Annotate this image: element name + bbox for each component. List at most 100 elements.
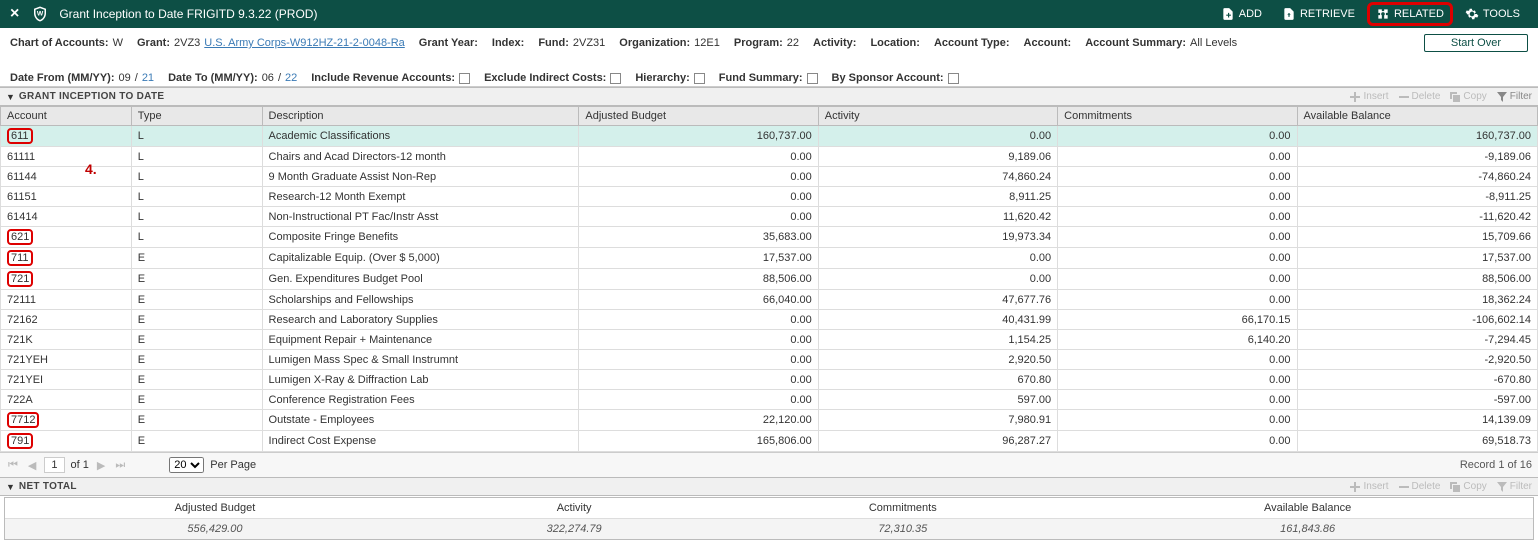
account-label: Account:	[1024, 37, 1072, 49]
add-button[interactable]: ADD	[1213, 4, 1270, 24]
cell-commit: 0.00	[1058, 207, 1297, 227]
grant-link[interactable]: U.S. Army Corps-W912HZ-21-2-0048-Ra	[204, 37, 405, 49]
delete-button[interactable]: Delete	[1399, 481, 1441, 492]
table-row[interactable]: 721YEIELumigen X-Ray & Diffraction Lab0.…	[1, 370, 1538, 390]
grant-label: Grant:	[137, 37, 170, 49]
table-row[interactable]: 611LAcademic Classifications160,737.000.…	[1, 126, 1538, 147]
table-row[interactable]: 61111LChairs and Acad Directors-12 month…	[1, 147, 1538, 167]
fund-summary-label: Fund Summary:	[719, 72, 803, 84]
cell-budget: 0.00	[579, 187, 818, 207]
related-icon	[1376, 7, 1390, 21]
cell-account[interactable]: 61111	[1, 147, 132, 167]
cell-account[interactable]: 721YEH	[1, 350, 132, 370]
by-sponsor-checkbox[interactable]	[948, 73, 959, 84]
cell-desc: Research and Laboratory Supplies	[262, 310, 579, 330]
include-rev-label: Include Revenue Accounts:	[311, 72, 455, 84]
table-row[interactable]: 61151LResearch-12 Month Exempt0.008,911.…	[1, 187, 1538, 207]
totals-balance-label: Available Balance	[1082, 498, 1533, 519]
first-page-icon[interactable]: ⏮	[6, 459, 20, 472]
cell-commit: 0.00	[1058, 269, 1297, 290]
table-row[interactable]: 791EIndirect Cost Expense165,806.0096,28…	[1, 431, 1538, 452]
cell-desc: Gen. Expenditures Budget Pool	[262, 269, 579, 290]
index-label: Index:	[492, 37, 524, 49]
table-row[interactable]: 621LComposite Fringe Benefits35,683.0019…	[1, 227, 1538, 248]
cell-account[interactable]: 711	[1, 248, 132, 269]
cell-commit: 0.00	[1058, 350, 1297, 370]
table-row[interactable]: 72111EScholarships and Fellowships66,040…	[1, 290, 1538, 310]
insert-button[interactable]: Insert	[1350, 481, 1388, 492]
cell-account[interactable]: 721K	[1, 330, 132, 350]
cell-account[interactable]: 72162	[1, 310, 132, 330]
account-summary-val: All Levels	[1190, 37, 1237, 49]
col-budget[interactable]: Adjusted Budget	[579, 107, 818, 126]
cell-account[interactable]: 72111	[1, 290, 132, 310]
per-page-select[interactable]: 20	[169, 457, 204, 473]
totals-commit-val: 72,310.35	[723, 519, 1082, 540]
hierarchy-checkbox[interactable]	[694, 73, 705, 84]
cell-account[interactable]: 61151	[1, 187, 132, 207]
cell-type: L	[131, 147, 262, 167]
caret-down-icon[interactable]: ▼	[6, 482, 15, 492]
cell-desc: Lumigen Mass Spec & Small Instrumnt	[262, 350, 579, 370]
related-button[interactable]: RELATED	[1367, 2, 1453, 26]
cell-desc: Equipment Repair + Maintenance	[262, 330, 579, 350]
cell-account[interactable]: 722A	[1, 390, 132, 410]
last-page-icon[interactable]: ⏭	[113, 459, 127, 472]
table-row[interactable]: 721EGen. Expenditures Budget Pool88,506.…	[1, 269, 1538, 290]
retrieve-button[interactable]: RETRIEVE	[1274, 4, 1363, 24]
data-grid: Account Type Description Adjusted Budget…	[0, 106, 1538, 452]
table-row[interactable]: 72162EResearch and Laboratory Supplies0.…	[1, 310, 1538, 330]
cell-desc: Composite Fringe Benefits	[262, 227, 579, 248]
next-page-icon[interactable]: ▶	[95, 459, 107, 472]
close-icon[interactable]: ×	[10, 5, 19, 23]
col-activity[interactable]: Activity	[818, 107, 1057, 126]
shield-icon: W	[31, 4, 49, 24]
filter-button[interactable]: Filter	[1497, 91, 1532, 102]
add-label: ADD	[1239, 8, 1262, 20]
col-type[interactable]: Type	[131, 107, 262, 126]
fund-val: 2VZ31	[573, 37, 605, 49]
related-label: RELATED	[1394, 8, 1444, 20]
cell-commit: 0.00	[1058, 126, 1297, 147]
cell-account[interactable]: 61414	[1, 207, 132, 227]
caret-down-icon[interactable]: ▼	[6, 92, 15, 102]
table-row[interactable]: 7712EOutstate - Employees22,120.007,980.…	[1, 410, 1538, 431]
cell-balance: 17,537.00	[1297, 248, 1537, 269]
date-to-yy: 22	[285, 72, 297, 84]
cell-account[interactable]: 61144	[1, 167, 132, 187]
cell-type: L	[131, 126, 262, 147]
delete-button[interactable]: Delete	[1399, 91, 1441, 102]
prev-page-icon[interactable]: ◀	[26, 459, 38, 472]
cell-activity: 0.00	[818, 269, 1057, 290]
insert-button[interactable]: Insert	[1350, 91, 1388, 102]
col-account[interactable]: Account	[1, 107, 132, 126]
cell-activity: 670.80	[818, 370, 1057, 390]
table-row[interactable]: 61144L9 Month Graduate Assist Non-Rep0.0…	[1, 167, 1538, 187]
cell-account[interactable]: 611	[1, 126, 132, 147]
exclude-indirect-checkbox[interactable]	[610, 73, 621, 84]
cell-account[interactable]: 7712	[1, 410, 132, 431]
table-row[interactable]: 721YEHELumigen Mass Spec & Small Instrum…	[1, 350, 1538, 370]
cell-account[interactable]: 621	[1, 227, 132, 248]
table-row[interactable]: 722AEConference Registration Fees0.00597…	[1, 390, 1538, 410]
table-row[interactable]: 61414LNon-Instructional PT Fac/Instr Ass…	[1, 207, 1538, 227]
cell-type: L	[131, 187, 262, 207]
start-over-button[interactable]: Start Over	[1424, 34, 1528, 52]
col-commit[interactable]: Commitments	[1058, 107, 1297, 126]
copy-button[interactable]: Copy	[1450, 91, 1486, 102]
table-row[interactable]: 721KEEquipment Repair + Maintenance0.001…	[1, 330, 1538, 350]
cell-budget: 165,806.00	[579, 431, 818, 452]
cell-account[interactable]: 721	[1, 269, 132, 290]
cell-account[interactable]: 721YEI	[1, 370, 132, 390]
col-balance[interactable]: Available Balance	[1297, 107, 1537, 126]
cell-account[interactable]: 791	[1, 431, 132, 452]
cell-budget: 0.00	[579, 390, 818, 410]
table-row[interactable]: 711ECapitalizable Equip. (Over $ 5,000)1…	[1, 248, 1538, 269]
col-desc[interactable]: Description	[262, 107, 579, 126]
filter-button[interactable]: Filter	[1497, 481, 1532, 492]
include-rev-checkbox[interactable]	[459, 73, 470, 84]
copy-button[interactable]: Copy	[1450, 481, 1486, 492]
tools-button[interactable]: TOOLS	[1457, 4, 1528, 24]
fund-summary-checkbox[interactable]	[807, 73, 818, 84]
cell-type: E	[131, 330, 262, 350]
